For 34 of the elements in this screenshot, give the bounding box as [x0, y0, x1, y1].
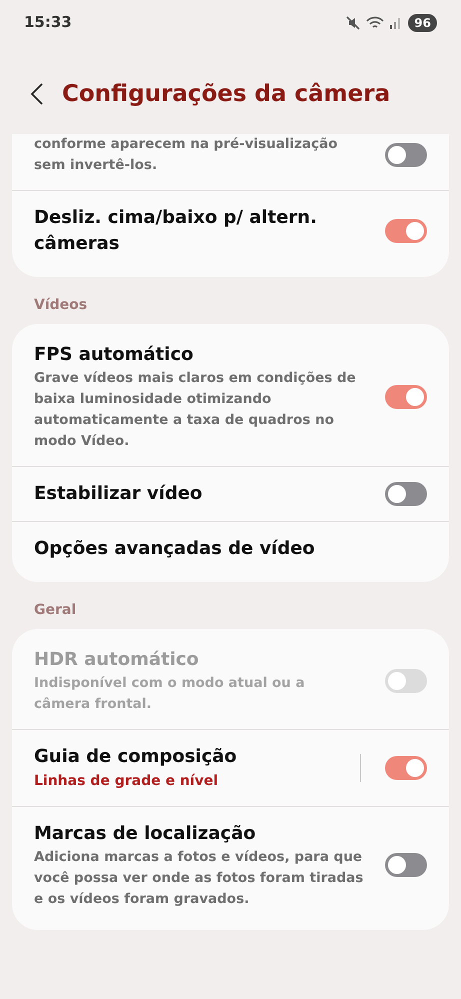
signal-icon	[390, 16, 402, 29]
setting-title: Estabilizar vídeo	[34, 482, 204, 506]
setting-row[interactable]: FPS automático Grave vídeos mais claros em condições de baixa luminosidade otimizando automaticamente a taxa de quadros no modo Vídeo.	[12, 328, 449, 466]
setting-title: FPS automático	[34, 342, 194, 366]
setting-title: Opções avançadas de vídeo	[34, 536, 316, 560]
toggle-switch[interactable]	[385, 482, 427, 506]
setting-description: Grave vídeos mais claros em condições de baixa luminosidade otimizando automaticamente a taxa de quadros no modo Vídeo.	[34, 368, 357, 450]
setting-title: HDR automático	[34, 648, 200, 672]
section-header: Geral	[33, 600, 78, 620]
status-time: 15:33	[24, 12, 72, 34]
toggle-switch[interactable]	[385, 142, 427, 166]
setting-row[interactable]: Desliz. cima/baixo p/ altern. câmeras	[12, 190, 449, 270]
page-title: Configurações da câmera	[62, 80, 390, 109]
mute-icon	[346, 16, 360, 30]
setting-row[interactable]: Opções avançadas de vídeo	[12, 522, 449, 576]
setting-row[interactable]: Estabilizar vídeo	[12, 466, 449, 520]
setting-value: Linhas de grade e nível	[34, 772, 220, 790]
section-header: Vídeos	[33, 296, 88, 314]
toggle-switch[interactable]	[385, 853, 427, 877]
setting-title: Desliz. cima/baixo p/ altern. câmeras	[34, 206, 318, 256]
setting-description: Adiciona marcas a fotos e vídeos, para que você possa ver onde as fotos foram tiradas e os vídeos foram gravados.	[34, 848, 364, 908]
setting-row[interactable]: Guia de composição Linhas de grade e nível	[12, 730, 449, 806]
wifi-icon	[366, 16, 384, 30]
toggle-switch[interactable]	[385, 756, 427, 780]
back-icon[interactable]	[30, 82, 44, 106]
setting-row[interactable]: Marcas de localização Adiciona marcas a fotos e vídeos, para que você possa ver onde as fotos foram tiradas e os vídeos foram gravados.	[12, 806, 449, 924]
battery-level: 96	[408, 14, 437, 32]
setting-description: Indisponível com o modo atual ou a câmera frontal.	[34, 674, 306, 714]
toggle-switch[interactable]	[385, 384, 427, 408]
setting-title: Marcas de localização	[34, 822, 257, 846]
setting-row[interactable]: conforme aparecem na pré-visualização sem invertê-los.	[12, 134, 449, 190]
setting-title: Guia de composição	[34, 744, 238, 768]
setting-description: conforme aparecem na pré-visualização sem invertê-los.	[34, 134, 339, 174]
toggle-switch[interactable]	[385, 218, 427, 242]
